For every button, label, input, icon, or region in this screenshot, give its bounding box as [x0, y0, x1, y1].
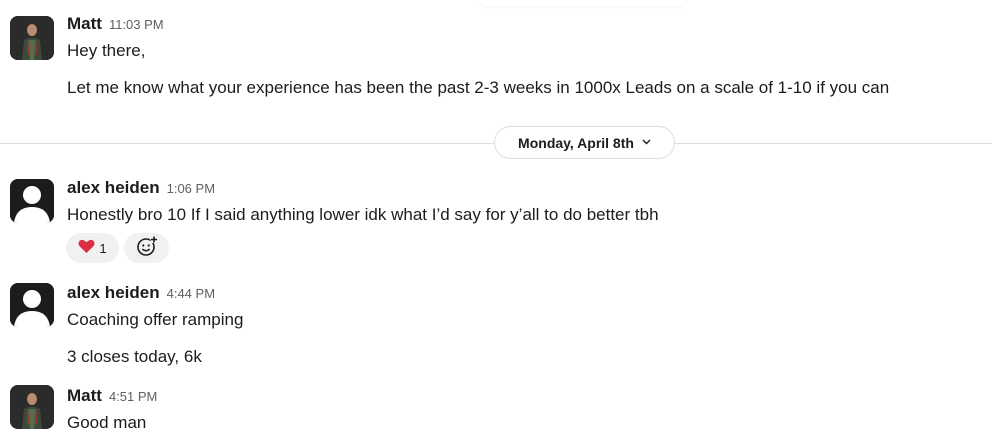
date-divider-button[interactable]: Monday, April 8th	[494, 126, 675, 159]
sender-label[interactable]: alex heiden	[67, 178, 160, 197]
message-text: Honestly bro 10 If I said anything lower…	[67, 205, 659, 224]
timestamp[interactable]: 11:03 PM	[109, 17, 164, 32]
sender-name[interactable]: Matt 11:03 PM	[67, 14, 164, 34]
message-matt-1: Matt 11:03 PM Hey there, Let me know what…	[0, 0, 992, 110]
message-text: Let me know what your experience has bee…	[67, 78, 890, 97]
message-text: 3 closes today, 6k	[67, 347, 202, 366]
avatar[interactable]	[10, 16, 54, 60]
reaction-count: 1	[99, 240, 107, 256]
sender-label[interactable]: Matt	[67, 386, 102, 405]
add-reaction-icon	[136, 235, 158, 262]
message-matt-2: Matt 4:51 PM Good man	[0, 378, 992, 444]
sender-name[interactable]: Matt 4:51 PM	[67, 386, 157, 406]
message-text: Coaching offer ramping	[67, 310, 244, 329]
timestamp[interactable]: 4:51 PM	[109, 389, 157, 404]
sender-label[interactable]: Matt	[67, 14, 102, 33]
timestamp[interactable]: 1:06 PM	[167, 181, 215, 196]
heart-reaction[interactable]: 1	[66, 233, 119, 263]
avatar[interactable]	[10, 283, 54, 327]
add-reaction-button[interactable]	[124, 233, 169, 263]
sender-name[interactable]: alex heiden 4:44 PM	[67, 283, 215, 303]
sender-label[interactable]: alex heiden	[67, 283, 160, 302]
timestamp[interactable]: 4:44 PM	[167, 286, 215, 301]
heart-emoji	[78, 239, 95, 257]
message-alex-2: alex heiden 4:44 PM Coaching offer rampin…	[0, 276, 992, 376]
message-text: Good man	[67, 413, 147, 432]
date-divider-label: Monday, April 8th	[518, 134, 634, 151]
sender-name[interactable]: alex heiden 1:06 PM	[67, 178, 215, 198]
avatar[interactable]	[10, 179, 54, 223]
message-text: Hey there,	[67, 41, 146, 60]
chevron-down-icon	[642, 137, 651, 148]
avatar[interactable]	[10, 385, 54, 429]
